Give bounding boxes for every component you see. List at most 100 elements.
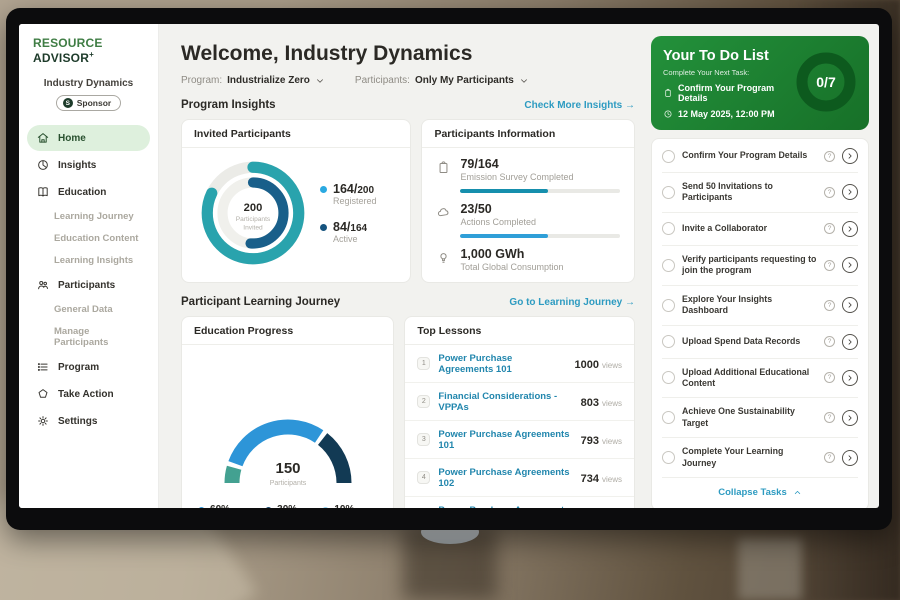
donut-center-value: 200 xyxy=(244,202,263,214)
help-icon[interactable]: ? xyxy=(824,336,835,347)
check-more-insights-link[interactable]: Check More Insights → xyxy=(524,100,635,111)
lesson-link[interactable]: Financial Considerations - VPPAs xyxy=(438,391,572,413)
sidebar-item-participants[interactable]: Participants xyxy=(27,272,150,298)
legend-denominator: 164 xyxy=(350,223,367,234)
clipboard-icon xyxy=(663,88,673,98)
sponsor-badge[interactable]: S Sponsor xyxy=(56,95,121,111)
help-icon[interactable]: ? xyxy=(824,452,835,463)
sidebar: RESOURCE ADVISOR+ Industry Dynamics S Sp… xyxy=(19,24,159,508)
task-label: Upload Additional Educational Content xyxy=(682,367,817,390)
todo-due: 12 May 2025, 12:00 PM xyxy=(663,109,803,119)
task-label: Send 50 Invitations to Participants xyxy=(682,181,817,204)
help-icon[interactable]: ? xyxy=(824,187,835,198)
sidebar-item-program[interactable]: Program xyxy=(27,354,150,380)
card-title: Participants Information xyxy=(422,120,634,148)
todo-progress-value: 0/7 xyxy=(816,74,836,90)
sidebar-item-label: Learning Insights xyxy=(54,255,133,266)
sidebar-item-education[interactable]: Education xyxy=(27,179,150,205)
chevron-right-button[interactable] xyxy=(842,297,858,313)
sponsor-badge-label: Sponsor xyxy=(77,98,111,108)
card-title: Education Progress xyxy=(182,317,393,345)
task-row[interactable]: Achieve One Sustainability Target ? xyxy=(662,398,858,438)
collapse-tasks-link[interactable]: Collapse Tasks xyxy=(662,478,858,508)
sidebar-item-general-data[interactable]: General Data xyxy=(27,299,150,320)
participants-select[interactable]: Participants: Only My Participants xyxy=(355,75,529,86)
task-checkbox[interactable] xyxy=(662,371,675,384)
lesson-rank: 3 xyxy=(417,433,430,446)
help-icon[interactable]: ? xyxy=(824,372,835,383)
lesson-link[interactable]: Power Purchase Agreements 102 xyxy=(438,467,572,489)
sidebar-item-learning-insights[interactable]: Learning Insights xyxy=(27,250,150,271)
background-object xyxy=(738,538,802,600)
task-row[interactable]: Invite a Collaborator ? xyxy=(662,213,858,246)
lesson-link[interactable]: Power Purchase Agreements 103 xyxy=(438,505,572,509)
sidebar-item-take-action[interactable]: Take Action xyxy=(27,381,150,407)
survey-icon xyxy=(436,160,451,175)
sidebar-item-settings[interactable]: Settings xyxy=(27,408,150,434)
learning-journey-header: Participant Learning Journey Go to Learn… xyxy=(181,296,635,308)
chevron-right-button[interactable] xyxy=(842,184,858,200)
legend-dot xyxy=(320,224,327,231)
task-checkbox[interactable] xyxy=(662,451,675,464)
program-select[interactable]: Program: Industrialize Zero xyxy=(181,75,325,86)
task-label: Verify participants requesting to join t… xyxy=(682,254,817,277)
task-label: Upload Spend Data Records xyxy=(682,336,817,347)
task-checkbox[interactable] xyxy=(662,259,675,272)
help-icon[interactable]: ? xyxy=(824,151,835,162)
help-icon[interactable]: ? xyxy=(824,260,835,271)
task-checkbox[interactable] xyxy=(662,222,675,235)
chevron-right-button[interactable] xyxy=(842,257,858,273)
task-checkbox[interactable] xyxy=(662,299,675,312)
chevron-right-button[interactable] xyxy=(842,370,858,386)
help-icon[interactable]: ? xyxy=(824,300,835,311)
task-row[interactable]: Upload Additional Educational Content ? xyxy=(662,359,858,399)
chevron-down-icon xyxy=(315,76,325,86)
collapse-label: Collapse Tasks xyxy=(718,487,786,498)
legend-label: Registered xyxy=(333,196,377,206)
go-to-learning-journey-link[interactable]: Go to Learning Journey → xyxy=(509,297,635,308)
sidebar-item-learning-journey[interactable]: Learning Journey xyxy=(27,206,150,227)
help-icon[interactable]: ? xyxy=(824,223,835,234)
legend-label: Active xyxy=(333,234,377,244)
sidebar-item-manage-participants[interactable]: Manage Participants xyxy=(27,321,150,353)
consumption-icon xyxy=(436,250,451,265)
sidebar-item-insights[interactable]: Insights xyxy=(27,152,150,178)
task-checkbox[interactable] xyxy=(662,150,675,163)
chevron-right-button[interactable] xyxy=(842,148,858,164)
scene: RESOURCE ADVISOR+ Industry Dynamics S Sp… xyxy=(0,0,900,600)
task-label: Confirm Your Program Details xyxy=(682,150,817,161)
legend-item-not-started: 10% Not Started xyxy=(322,504,377,508)
lesson-link[interactable]: Power Purchase Agreements 101 xyxy=(438,353,566,375)
task-row[interactable]: Explore Your Insights Dashboard ? xyxy=(662,286,858,326)
participants-select-label: Participants: xyxy=(355,75,410,86)
sidebar-item-education-content[interactable]: Education Content xyxy=(27,228,150,249)
lesson-row: 4 Power Purchase Agreements 102 734views xyxy=(405,459,634,497)
lesson-link[interactable]: Power Purchase Agreements 101 xyxy=(438,429,572,451)
legend-dot xyxy=(265,507,272,508)
help-icon[interactable]: ? xyxy=(824,412,835,423)
task-checkbox[interactable] xyxy=(662,335,675,348)
chevron-right-button[interactable] xyxy=(842,450,858,466)
task-checkbox[interactable] xyxy=(662,411,675,424)
task-row[interactable]: Upload Spend Data Records ? xyxy=(662,326,858,359)
card-title: Invited Participants xyxy=(182,120,410,148)
sidebar-item-label: Education xyxy=(58,187,106,198)
participants-icon xyxy=(36,278,50,292)
chevron-right-button[interactable] xyxy=(842,334,858,350)
lesson-views-label: views xyxy=(602,361,622,370)
lesson-views-label: views xyxy=(602,475,622,484)
sidebar-item-label: Settings xyxy=(58,416,97,427)
task-row[interactable]: Verify participants requesting to join t… xyxy=(662,246,858,286)
lesson-row: 5 Power Purchase Agreements 103 600views xyxy=(405,497,634,508)
arrow-right-icon: → xyxy=(625,100,635,111)
task-row[interactable]: Confirm Your Program Details ? xyxy=(662,140,858,173)
chevron-right-button[interactable] xyxy=(842,410,858,426)
legend-value: 164 xyxy=(333,182,354,196)
sidebar-item-label: Participants xyxy=(58,280,115,291)
task-row[interactable]: Send 50 Invitations to Participants ? xyxy=(662,173,858,213)
chevron-right-button[interactable] xyxy=(842,221,858,237)
task-row[interactable]: Complete Your Learning Journey ? xyxy=(662,438,858,478)
sidebar-item-home[interactable]: Home xyxy=(27,125,150,151)
task-checkbox[interactable] xyxy=(662,186,675,199)
program-insights-header: Program Insights Check More Insights → xyxy=(181,99,635,111)
